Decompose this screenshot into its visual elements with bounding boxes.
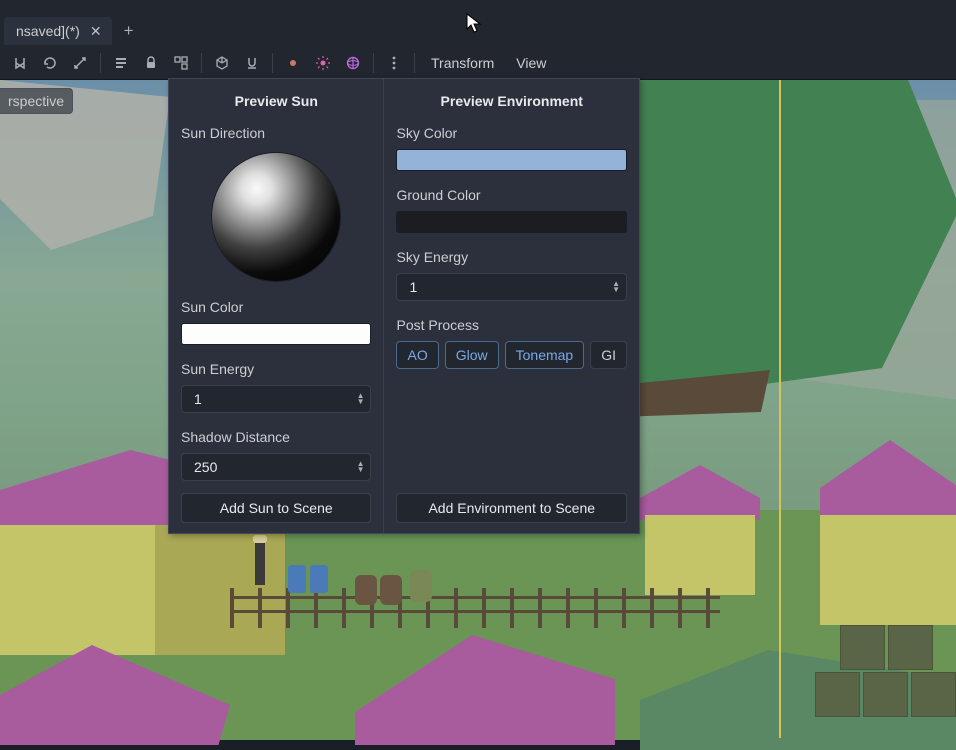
cube-icon[interactable] [208, 49, 236, 77]
sun-color-label: Sun Color [181, 299, 371, 315]
glow-toggle[interactable]: Glow [445, 341, 499, 369]
light-icon[interactable] [309, 49, 337, 77]
sky-color-picker[interactable] [396, 149, 627, 171]
shadow-distance-label: Shadow Distance [181, 429, 371, 445]
preview-environment-panel: Preview Environment Sky Color Ground Col… [384, 79, 639, 533]
sky-energy-value: 1 [409, 279, 417, 295]
projection-badge[interactable]: rspective [0, 88, 73, 114]
gi-toggle[interactable]: GI [590, 341, 627, 369]
lock-icon[interactable] [137, 49, 165, 77]
scale-icon[interactable] [66, 49, 94, 77]
ao-toggle[interactable]: AO [396, 341, 438, 369]
add-tab-button[interactable]: + [118, 20, 140, 42]
sun-color-picker[interactable] [181, 323, 371, 345]
view-menu[interactable]: View [506, 51, 556, 75]
spinbox-arrows-icon[interactable]: ▲▼ [357, 461, 365, 473]
tab-title: nsaved](*) [16, 23, 80, 39]
transform-menu[interactable]: Transform [421, 51, 504, 75]
spinbox-arrows-icon[interactable]: ▲▼ [357, 393, 365, 405]
sun-energy-spinbox[interactable]: 1 ▲▼ [181, 385, 371, 413]
sun-direction-control[interactable] [212, 153, 340, 281]
list-icon[interactable] [107, 49, 135, 77]
sun-icon[interactable] [279, 49, 307, 77]
rotate-icon[interactable] [36, 49, 64, 77]
preview-sun-panel: Preview Sun Sun Direction Sun Color Sun … [169, 79, 384, 533]
select-icon[interactable] [6, 49, 34, 77]
preview-sun-title: Preview Sun [181, 87, 371, 121]
tonemap-toggle[interactable]: Tonemap [505, 341, 585, 369]
ground-color-label: Ground Color [396, 187, 627, 203]
sky-energy-label: Sky Energy [396, 249, 627, 265]
close-icon[interactable]: ✕ [90, 23, 102, 40]
preview-popup: Preview Sun Sun Direction Sun Color Sun … [168, 78, 640, 534]
post-process-toggles: AO Glow Tonemap GI [396, 341, 627, 369]
sky-energy-spinbox[interactable]: 1 ▲▼ [396, 273, 627, 301]
environment-icon[interactable] [339, 49, 367, 77]
kebab-icon[interactable] [380, 49, 408, 77]
group-icon[interactable] [167, 49, 195, 77]
sun-direction-label: Sun Direction [181, 125, 371, 141]
add-environment-button[interactable]: Add Environment to Scene [396, 493, 627, 523]
top-hint-bar [0, 0, 956, 16]
axis-line [779, 80, 781, 738]
viewport-toolbar: Transform View [0, 46, 956, 80]
add-sun-button[interactable]: Add Sun to Scene [181, 493, 371, 523]
scene-tab[interactable]: nsaved](*) ✕ [4, 17, 112, 45]
preview-env-title: Preview Environment [396, 87, 627, 121]
shadow-distance-spinbox[interactable]: 250 ▲▼ [181, 453, 371, 481]
ground-color-picker[interactable] [396, 211, 627, 233]
post-process-label: Post Process [396, 317, 627, 333]
scene-tab-bar: nsaved](*) ✕ + [0, 16, 956, 46]
snap-icon[interactable] [238, 49, 266, 77]
shadow-distance-value: 250 [194, 459, 217, 475]
spinbox-arrows-icon[interactable]: ▲▼ [612, 281, 620, 293]
sun-energy-label: Sun Energy [181, 361, 371, 377]
sun-energy-value: 1 [194, 391, 202, 407]
sky-color-label: Sky Color [396, 125, 627, 141]
